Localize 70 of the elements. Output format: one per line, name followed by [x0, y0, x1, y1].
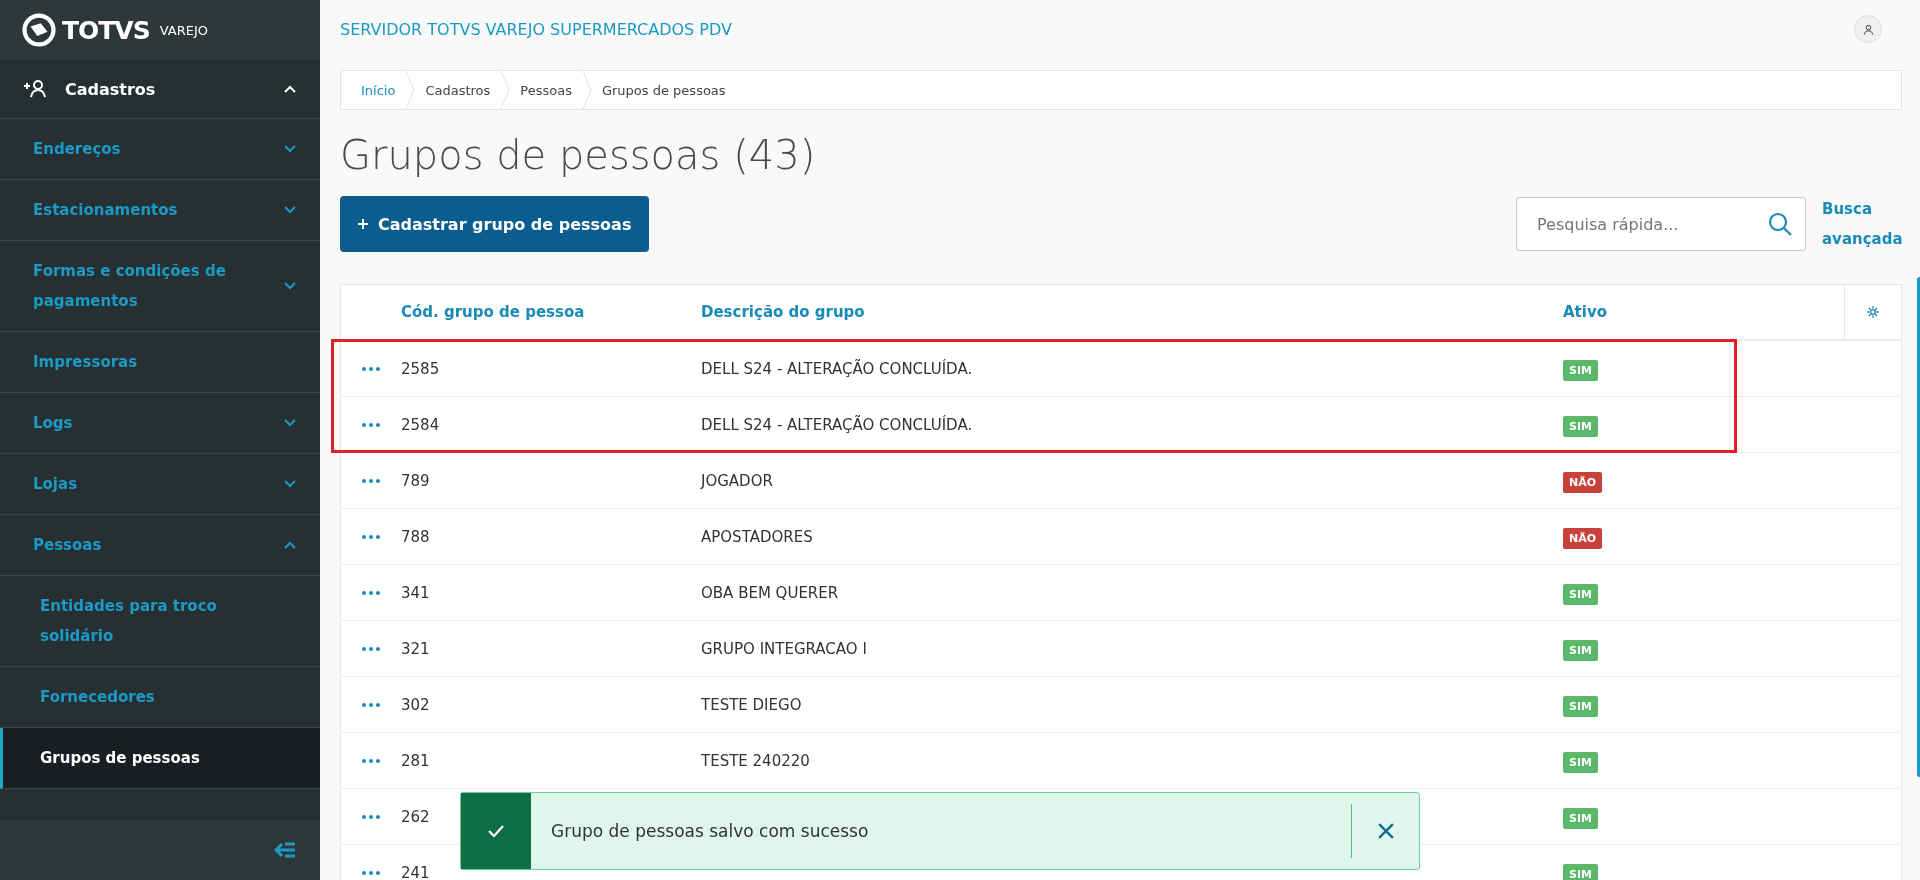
- chevron-icon: [284, 85, 296, 93]
- more-options-icon[interactable]: [362, 478, 380, 483]
- chevron-icon: [284, 480, 296, 488]
- plus-icon: [358, 219, 368, 229]
- status-tag: NÃO: [1563, 527, 1603, 549]
- table-cell: DELL S24 - ALTERAÇÃO CONCLUÍDA.: [701, 359, 973, 378]
- table-cell: TESTE DIEGO: [701, 695, 802, 714]
- status-tag: SIM: [1563, 695, 1598, 717]
- more-options-icon[interactable]: [362, 422, 380, 427]
- status-tag: NÃO: [1563, 471, 1603, 493]
- table-cell: OBA BEM QUERER: [701, 583, 839, 602]
- search-field[interactable]: Pesquisa rápida...: [1516, 197, 1806, 251]
- status-tag: SIM: [1563, 863, 1598, 880]
- table-cell: 321: [401, 639, 430, 658]
- more-options-icon[interactable]: [362, 366, 380, 371]
- toast-message: Grupo de pessoas salvo com sucesso: [550, 821, 870, 841]
- table-cell: APOSTADORES: [701, 527, 813, 546]
- table-cell: 341: [401, 583, 430, 602]
- brand-subtitle: VAREJO: [159, 22, 208, 38]
- collapse-menu-icon[interactable]: [274, 842, 296, 858]
- status-tag: SIM: [1563, 359, 1598, 381]
- chevron-icon: [284, 541, 296, 549]
- user-icon[interactable]: [1854, 15, 1882, 43]
- breadcrumb-item[interactable]: Pessoas: [510, 82, 582, 98]
- add-user-icon: [23, 80, 47, 98]
- table-cell: 241: [401, 863, 430, 880]
- column-header[interactable]: Ativo: [1563, 303, 1844, 321]
- check-icon: [488, 825, 504, 837]
- chevron-icon: [284, 145, 296, 153]
- table-cell: 262: [401, 807, 430, 826]
- more-options-icon[interactable]: [362, 590, 380, 595]
- more-options-icon[interactable]: [362, 534, 380, 539]
- logo-icon: [22, 13, 56, 47]
- advanced-search-link[interactable]: Busca avançada: [1822, 194, 1902, 254]
- menu-group-label: Cadastros: [65, 79, 157, 99]
- breadcrumb-item[interactable]: Cadastros: [415, 82, 501, 98]
- breadcrumb-item[interactable]: Grupos de pessoas: [591, 82, 736, 98]
- settings-icon[interactable]: [1866, 305, 1880, 319]
- submenu-item[interactable]: Grupos de pessoas: [0, 728, 320, 789]
- status-tag: SIM: [1563, 807, 1598, 829]
- more-options-icon[interactable]: [362, 758, 380, 763]
- more-options-icon[interactable]: [362, 702, 380, 707]
- more-options-icon[interactable]: [362, 814, 380, 819]
- brand-name: TOTVS: [62, 15, 150, 45]
- chevron-icon: [284, 282, 296, 290]
- table-cell: 788: [401, 527, 430, 546]
- chevron-icon: [284, 206, 296, 214]
- table-cell: GRUPO INTEGRACAO I: [701, 639, 867, 658]
- table-cell: 789: [401, 471, 430, 490]
- column-header[interactable]: Descrição do grupo: [701, 303, 1563, 321]
- more-options-icon[interactable]: [362, 870, 380, 875]
- more-options-icon[interactable]: [362, 646, 380, 651]
- chevron-icon: [284, 419, 296, 427]
- table-cell: DELL S24 - ALTERAÇÃO CONCLUÍDA.: [701, 415, 973, 434]
- status-tag: SIM: [1563, 583, 1598, 605]
- server-title: SERVIDOR TOTVS VAREJO SUPERMERCADOS PDV: [340, 19, 732, 39]
- status-tag: SIM: [1563, 639, 1598, 661]
- status-tag: SIM: [1563, 415, 1598, 437]
- table-cell: TESTE 240220: [701, 751, 810, 770]
- column-header[interactable]: Cód. grupo de pessoa: [401, 303, 701, 321]
- table-cell: 302: [401, 695, 430, 714]
- breadcrumb-item[interactable]: Início: [351, 82, 406, 98]
- page-title: Grupos de pessoas (43): [340, 132, 817, 178]
- table-cell: 281: [401, 751, 430, 770]
- table-cell: JOGADOR: [701, 471, 773, 490]
- table-cell: 2584: [401, 415, 440, 434]
- add-group-button[interactable]: Cadastrar grupo de pessoas: [340, 196, 650, 252]
- status-tag: SIM: [1563, 751, 1598, 773]
- table-cell: 2585: [401, 359, 440, 378]
- search-icon: [1768, 212, 1792, 236]
